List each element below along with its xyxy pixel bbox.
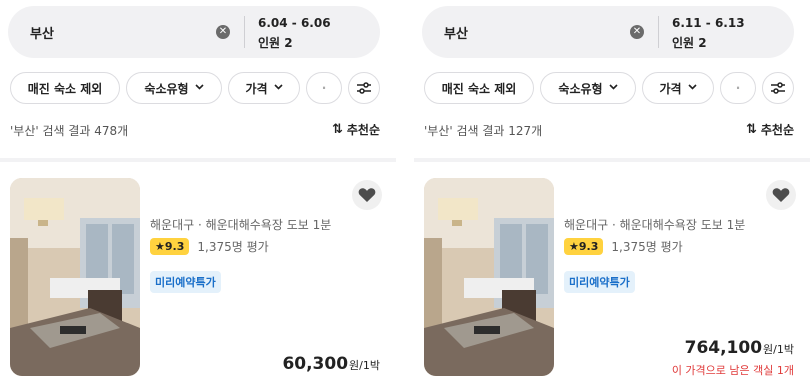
rating-row: ★ 9.3 1,375명 평가 bbox=[564, 238, 683, 255]
filter-sliders-icon[interactable] bbox=[348, 72, 380, 104]
search-results-screen-1: 부산 ✕ 6.04 - 6.06 인원 2 매진 숙소 제외 숙소유형 가격 · bbox=[0, 0, 396, 392]
search-place[interactable]: 부산 bbox=[444, 23, 468, 42]
filter-chip-exclude-soldout[interactable]: 매진 숙소 제외 bbox=[424, 72, 534, 104]
search-place[interactable]: 부산 bbox=[30, 23, 54, 42]
clear-icon[interactable]: ✕ bbox=[630, 25, 644, 39]
listing-photo[interactable] bbox=[424, 178, 554, 376]
clear-icon[interactable]: ✕ bbox=[216, 25, 230, 39]
chevron-down-icon bbox=[273, 83, 283, 93]
listing-location: 해운대구 · 해운대해수욕장 도보 1분 bbox=[150, 218, 332, 232]
filter-chip-price[interactable]: 가격 bbox=[228, 72, 300, 104]
heart-icon[interactable] bbox=[352, 180, 382, 210]
price-value: 764,100 bbox=[684, 338, 763, 358]
sort-button[interactable]: ⇅ 추천순 bbox=[746, 121, 794, 138]
rating-row: ★ 9.3 1,375명 평가 bbox=[150, 238, 269, 255]
filter-chip-more[interactable]: · bbox=[720, 72, 756, 104]
promo-badge: 미리예약특가 bbox=[564, 271, 635, 293]
filter-chip-label: · bbox=[735, 81, 741, 95]
result-count: '부산' 검색 결과 478개 bbox=[10, 124, 129, 138]
listing-price: 764,100 원/1박 bbox=[685, 338, 794, 358]
listing-price: 60,300 원/1박 bbox=[282, 354, 380, 374]
filter-chip-property-type[interactable]: 숙소유형 bbox=[126, 72, 222, 104]
heart-icon[interactable] bbox=[766, 180, 796, 210]
low-availability-warning: 이 가격으로 남은 객실 1개 bbox=[671, 364, 794, 377]
search-divider bbox=[244, 16, 245, 48]
search-guests[interactable]: 인원 2 bbox=[672, 34, 707, 51]
star-icon: ★ bbox=[155, 240, 165, 253]
section-divider bbox=[0, 158, 396, 162]
listing-location: 해운대구 · 해운대해수욕장 도보 1분 bbox=[564, 218, 746, 232]
sort-arrows-icon: ⇅ bbox=[745, 122, 757, 137]
search-guests[interactable]: 인원 2 bbox=[258, 34, 293, 51]
sort-button[interactable]: ⇅ 추천순 bbox=[332, 121, 380, 138]
search-bar[interactable]: 부산 ✕ 6.11 - 6.13 인원 2 bbox=[422, 6, 794, 58]
filter-chip-label: 매진 숙소 제외 bbox=[27, 81, 103, 96]
search-divider bbox=[658, 16, 659, 48]
review-count: 1,375명 평가 bbox=[611, 240, 683, 254]
search-bar[interactable]: 부산 ✕ 6.04 - 6.06 인원 2 bbox=[8, 6, 380, 58]
filter-chip-price[interactable]: 가격 bbox=[642, 72, 714, 104]
filter-chip-exclude-soldout[interactable]: 매진 숙소 제외 bbox=[10, 72, 120, 104]
filter-chip-label: 매진 숙소 제외 bbox=[441, 81, 517, 96]
chevron-down-icon bbox=[609, 83, 618, 93]
promo-badge: 미리예약특가 bbox=[150, 271, 221, 293]
price-value: 60,300 bbox=[282, 354, 349, 374]
rating-value: 9.3 bbox=[164, 240, 185, 253]
review-count: 1,375명 평가 bbox=[197, 240, 269, 254]
filter-sliders-icon[interactable] bbox=[762, 72, 794, 104]
price-unit: 원/1박 bbox=[763, 343, 794, 356]
sort-label: 추천순 bbox=[760, 123, 794, 137]
rating-value: 9.3 bbox=[578, 240, 599, 253]
sort-label: 추천순 bbox=[346, 123, 380, 137]
star-icon: ★ bbox=[569, 240, 579, 253]
filter-chip-label: 가격 bbox=[659, 81, 682, 96]
rating-badge: ★ 9.3 bbox=[564, 238, 604, 255]
filter-chip-property-type[interactable]: 숙소유형 bbox=[540, 72, 636, 104]
listing-photo[interactable] bbox=[10, 178, 140, 376]
search-dates[interactable]: 6.04 - 6.06 bbox=[258, 16, 331, 30]
sort-arrows-icon: ⇅ bbox=[331, 122, 343, 137]
rating-badge: ★ 9.3 bbox=[150, 238, 190, 255]
section-divider bbox=[414, 158, 810, 162]
filter-chip-label: 숙소유형 bbox=[144, 81, 189, 96]
filter-chip-label: 숙소유형 bbox=[558, 81, 603, 96]
filter-chip-label: 가격 bbox=[245, 81, 268, 96]
search-results-screen-2: 부산 ✕ 6.11 - 6.13 인원 2 매진 숙소 제외 숙소유형 가격 · bbox=[414, 0, 810, 392]
filter-chip-label: · bbox=[321, 81, 327, 95]
price-unit: 원/1박 bbox=[349, 359, 380, 372]
filter-chip-more[interactable]: · bbox=[306, 72, 342, 104]
chevron-down-icon bbox=[195, 83, 204, 93]
comparison-screenshot: 부산 ✕ 6.04 - 6.06 인원 2 매진 숙소 제외 숙소유형 가격 · bbox=[0, 0, 810, 392]
search-dates[interactable]: 6.11 - 6.13 bbox=[672, 16, 745, 30]
result-count: '부산' 검색 결과 127개 bbox=[424, 124, 543, 138]
chevron-down-icon bbox=[687, 83, 697, 93]
